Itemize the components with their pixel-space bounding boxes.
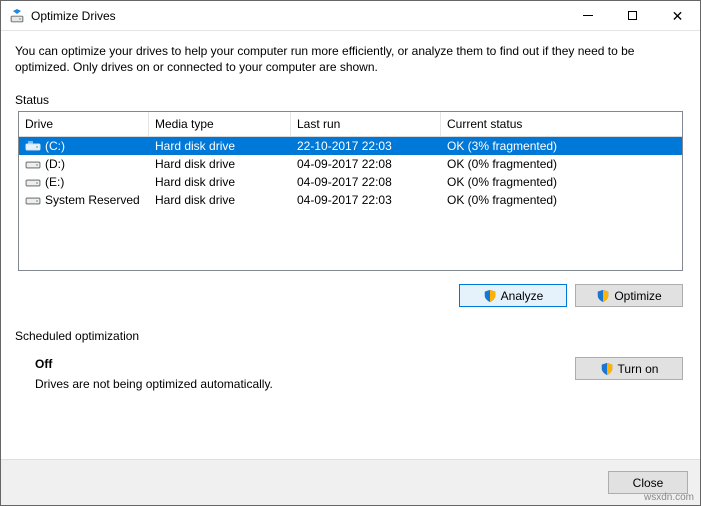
drives-listbox[interactable]: Drive Media type Last run Current status… xyxy=(18,111,683,271)
close-label: Close xyxy=(633,476,664,490)
drive-icon xyxy=(25,176,41,188)
drive-status: OK (0% fragmented) xyxy=(441,175,682,189)
drive-media: Hard disk drive xyxy=(149,157,291,171)
drive-row[interactable]: System Reserved Hard disk drive04-09-2017… xyxy=(19,191,682,209)
watermark: wsxdn.com xyxy=(644,492,694,503)
drive-last-run: 04-09-2017 22:08 xyxy=(291,157,441,171)
maximize-button[interactable] xyxy=(610,1,655,30)
list-rows: (C:)Hard disk drive22-10-2017 22:03OK (3… xyxy=(19,137,682,209)
status-label: Status xyxy=(15,93,686,107)
analyze-label: Analyze xyxy=(501,289,544,303)
drive-row[interactable]: (C:) Hard disk drive22-10-2017 22:03OK (3… xyxy=(19,137,682,155)
close-button[interactable]: Close xyxy=(608,471,688,494)
col-header-last[interactable]: Last run xyxy=(291,112,441,136)
drive-name: (D:) xyxy=(45,157,65,171)
content-area: You can optimize your drives to help you… xyxy=(1,31,700,391)
footer: Close xyxy=(1,459,700,505)
scheduled-state: Off xyxy=(35,357,555,371)
scheduled-desc: Drives are not being optimized automatic… xyxy=(35,377,555,391)
optimize-button[interactable]: Optimize xyxy=(575,284,683,307)
drive-last-run: 04-09-2017 22:08 xyxy=(291,175,441,189)
drive-status: OK (3% fragmented) xyxy=(441,139,682,153)
drive-icon xyxy=(25,158,41,170)
drive-name: (E:) xyxy=(45,175,64,189)
turn-on-label: Turn on xyxy=(618,362,659,376)
drive-row[interactable]: (E:) Hard disk drive04-09-2017 22:08OK (0… xyxy=(19,173,682,191)
col-header-drive[interactable]: Drive xyxy=(19,112,149,136)
shield-icon xyxy=(596,289,610,303)
drive-status: OK (0% fragmented) xyxy=(441,157,682,171)
scheduled-label: Scheduled optimization xyxy=(15,329,686,343)
drive-status: OK (0% fragmented) xyxy=(441,193,682,207)
list-header: Drive Media type Last run Current status xyxy=(19,112,682,137)
drive-name: System Reserved xyxy=(45,193,140,207)
titlebar[interactable]: Optimize Drives ✕ xyxy=(1,1,700,31)
window-controls: ✕ xyxy=(565,1,700,30)
shield-icon xyxy=(600,362,614,376)
close-window-button[interactable]: ✕ xyxy=(655,1,700,30)
drive-media: Hard disk drive xyxy=(149,193,291,207)
description-text: You can optimize your drives to help you… xyxy=(15,43,686,75)
scheduled-section: Scheduled optimization Off Drives are no… xyxy=(15,329,686,391)
analyze-button[interactable]: Analyze xyxy=(459,284,567,307)
drive-last-run: 22-10-2017 22:03 xyxy=(291,139,441,153)
app-icon xyxy=(9,8,25,24)
drive-icon xyxy=(25,140,41,152)
window-title: Optimize Drives xyxy=(31,9,565,23)
drive-icon xyxy=(25,194,41,206)
drive-last-run: 04-09-2017 22:03 xyxy=(291,193,441,207)
drive-media: Hard disk drive xyxy=(149,139,291,153)
col-header-media[interactable]: Media type xyxy=(149,112,291,136)
drive-name: (C:) xyxy=(45,139,65,153)
minimize-button[interactable] xyxy=(565,1,610,30)
action-button-row: Analyze Optimize xyxy=(15,271,686,307)
drive-media: Hard disk drive xyxy=(149,175,291,189)
turn-on-button[interactable]: Turn on xyxy=(575,357,683,380)
optimize-label: Optimize xyxy=(614,289,661,303)
drive-row[interactable]: (D:) Hard disk drive04-09-2017 22:08OK (0… xyxy=(19,155,682,173)
col-header-status[interactable]: Current status xyxy=(441,112,682,136)
shield-icon xyxy=(483,289,497,303)
